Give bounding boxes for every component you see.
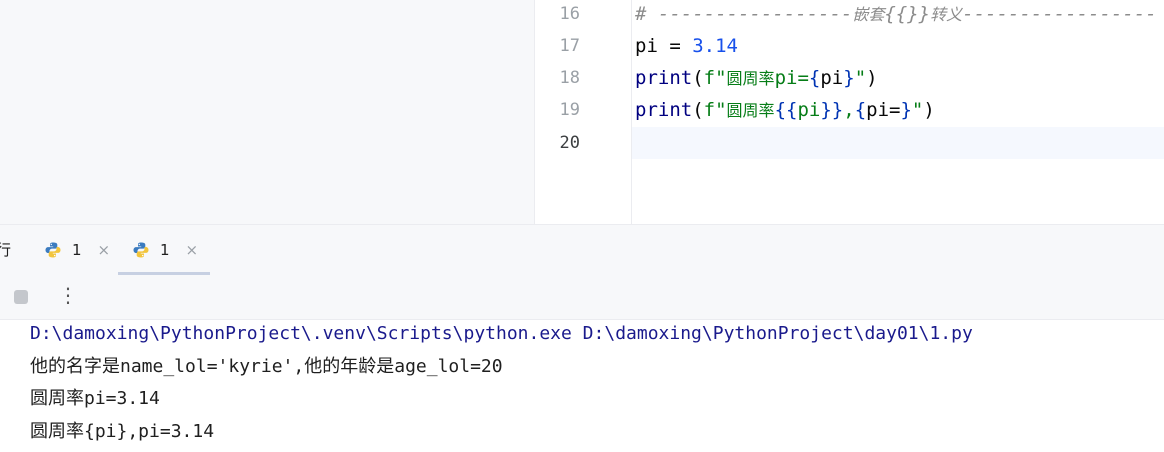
code-line-17[interactable]: pi = 3.14	[635, 30, 738, 62]
line-number: 17	[559, 36, 580, 56]
code-token: f"	[703, 99, 727, 121]
code-token: }	[900, 99, 912, 121]
code-token: pi =	[635, 35, 693, 57]
code-token: )	[866, 67, 878, 89]
run-tab-2-active[interactable]: 1 ×	[118, 225, 211, 275]
code-token: pi=	[866, 99, 901, 121]
editor-left-panel	[0, 0, 535, 224]
code-token: 圆周率	[726, 69, 775, 88]
code-token: # -----------------	[635, 3, 853, 25]
code-text-area[interactable]: # -----------------嵌套{{}}转义-------------…	[632, 0, 1164, 224]
console-output-line: 圆周率{pi},pi=3.14	[30, 421, 215, 442]
code-token: pi=	[774, 67, 809, 89]
run-tab-label: 1	[72, 241, 82, 259]
console-command-line: D:\damoxing\PythonProject\.venv\Scripts\…	[30, 323, 973, 344]
code-token: f"	[703, 67, 727, 89]
line-number: 16	[559, 4, 580, 24]
code-token: print	[635, 67, 693, 89]
code-token: pi	[797, 99, 821, 121]
code-token: 转义	[930, 5, 963, 24]
tool-window-title: 行	[0, 241, 12, 259]
python-icon	[133, 242, 149, 258]
run-tab-label: 1	[160, 241, 170, 259]
line-number-current: 20	[559, 133, 580, 153]
run-tool-window-tabbar: 行 1 × 1 ×	[0, 224, 1164, 276]
run-console[interactable]: D:\damoxing\PythonProject\.venv\Scripts\…	[0, 320, 1164, 452]
more-options-icon[interactable]: ⋮	[58, 283, 78, 307]
line-number: 18	[559, 68, 580, 88]
python-icon	[45, 242, 61, 258]
code-token: 圆周率	[726, 101, 775, 120]
code-token: 嵌套	[852, 5, 885, 24]
code-token: {{}}	[884, 3, 931, 25]
code-token: (	[692, 99, 704, 121]
code-token: {	[854, 99, 867, 121]
console-output-line: 圆周率pi=3.14	[30, 388, 160, 409]
line-number-gutter[interactable]: 16 17 18 19 20	[535, 0, 632, 224]
console-output-line: 他的名字是name_lol='kyrie',他的年龄是age_lol=20	[30, 356, 503, 377]
code-line-19[interactable]: print(f"圆周率{{pi}},{pi=}")	[635, 94, 935, 126]
code-token: pi	[820, 67, 844, 89]
code-line-18[interactable]: print(f"圆周率pi={pi}")	[635, 62, 878, 94]
code-token: ,	[843, 99, 855, 121]
close-icon[interactable]: ×	[98, 241, 111, 259]
line-number: 19	[559, 100, 580, 120]
code-token: }}	[820, 99, 844, 121]
code-line-16[interactable]: # -----------------嵌套{{}}转义-------------…	[635, 0, 1157, 30]
close-icon[interactable]: ×	[186, 241, 199, 259]
run-tab-1[interactable]: 1 ×	[44, 225, 110, 275]
code-token: 3.14	[692, 35, 738, 57]
code-token: "	[854, 67, 867, 89]
code-token: print	[635, 99, 693, 121]
code-token: (	[692, 67, 704, 89]
code-token: {{	[774, 99, 798, 121]
code-token: {	[808, 67, 821, 89]
run-toolbar: ⋮	[0, 275, 1164, 320]
code-token: "	[911, 99, 924, 121]
code-token: }	[843, 67, 855, 89]
code-token: -----------------	[962, 3, 1157, 25]
code-token: )	[923, 99, 935, 121]
code-editor[interactable]: 16 17 18 19 20 # -----------------嵌套{{}}…	[0, 0, 1164, 224]
stop-icon[interactable]	[14, 290, 28, 304]
